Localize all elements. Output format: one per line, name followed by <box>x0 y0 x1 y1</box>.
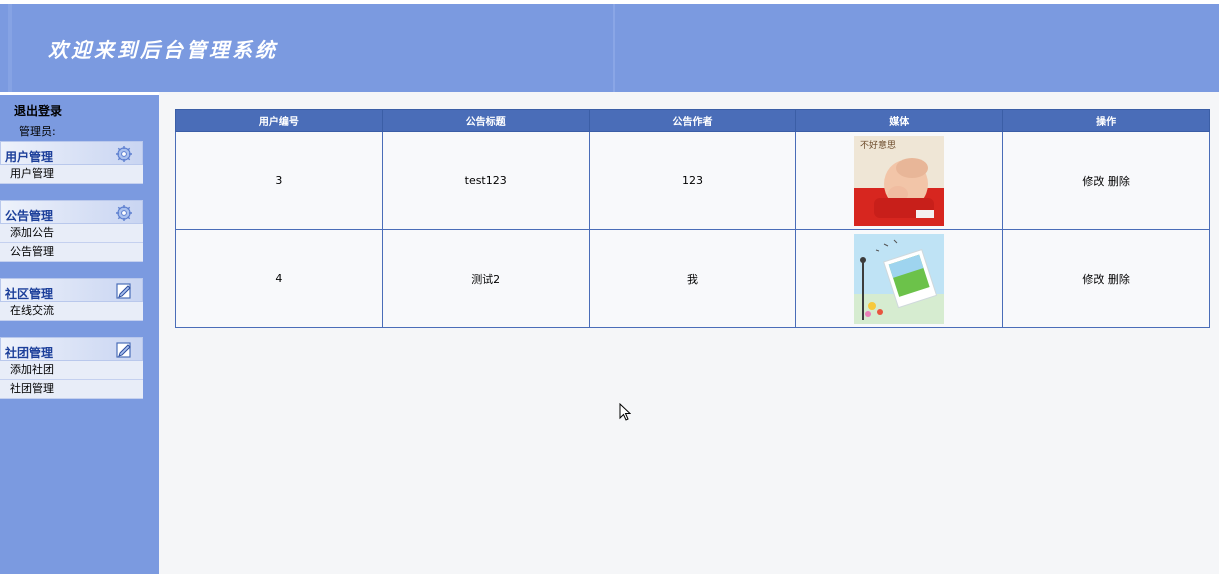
menu-group-header[interactable]: 社区管理 <box>0 278 143 302</box>
cell-actions: 修改 删除 <box>1002 131 1210 230</box>
main-content: 用户编号 公告标题 公告作者 媒体 操作 3 test123 123 不好意思 … <box>175 109 1210 328</box>
gear-icon <box>116 146 132 162</box>
cell-actions: 修改 删除 <box>1002 229 1210 328</box>
menu-group-header[interactable]: 社团管理 <box>0 337 143 361</box>
cell-id: 3 <box>175 131 383 230</box>
cell-media <box>795 229 1004 328</box>
sidebar: 退出登录 管理员: 用户管理 用户管理 公告管理 添加公告 公告管理 社区管理 … <box>0 92 159 574</box>
sidebar-item-online-chat[interactable]: 在线交流 <box>0 302 143 321</box>
cell-author: 123 <box>588 131 797 230</box>
edit-icon <box>116 342 131 358</box>
header-divider <box>8 4 12 92</box>
menu-group-header[interactable]: 用户管理 <box>0 141 143 165</box>
menu-group-header[interactable]: 公告管理 <box>0 200 143 224</box>
table-row: 4 测试2 我 修改 删除 <box>175 229 1210 328</box>
table-header-row: 用户编号 公告标题 公告作者 媒体 操作 <box>175 109 1210 132</box>
menu-group-title: 用户管理 <box>5 150 54 164</box>
column-header: 公告作者 <box>588 109 797 132</box>
cell-media: 不好意思 <box>795 131 1004 230</box>
media-caption: 不好意思 <box>860 139 896 151</box>
column-header: 用户编号 <box>175 109 383 132</box>
admin-label: 管理员: <box>19 125 56 138</box>
delete-link[interactable]: 删除 <box>1108 273 1130 286</box>
edit-link[interactable]: 修改 <box>1082 175 1104 188</box>
menu-group-community: 社区管理 在线交流 <box>0 278 143 321</box>
menu-group-title: 社区管理 <box>5 287 54 301</box>
delete-link[interactable]: 删除 <box>1108 175 1130 188</box>
cell-author: 我 <box>588 229 797 328</box>
header-divider <box>613 4 615 92</box>
cell-id: 4 <box>175 229 383 328</box>
column-header: 操作 <box>1002 109 1210 132</box>
sidebar-item-user-manage[interactable]: 用户管理 <box>0 165 143 184</box>
menu-group-title: 社团管理 <box>5 346 54 360</box>
menu-group-title: 公告管理 <box>5 209 54 223</box>
sidebar-item-add-notice[interactable]: 添加公告 <box>0 224 143 243</box>
baby-photo: 不好意思 <box>854 135 945 226</box>
notice-table: 用户编号 公告标题 公告作者 媒体 操作 3 test123 123 不好意思 … <box>175 109 1210 328</box>
page-header: 欢迎来到后台管理系统 <box>0 4 1219 92</box>
menu-group-user: 用户管理 用户管理 <box>0 141 143 184</box>
logout-link[interactable]: 退出登录 <box>14 102 62 119</box>
sidebar-item-notice-manage[interactable]: 公告管理 <box>0 243 143 262</box>
gear-icon <box>116 205 132 221</box>
menu-group-notice: 公告管理 添加公告 公告管理 <box>0 200 143 262</box>
table-row: 3 test123 123 不好意思 修改 删除 <box>175 131 1210 230</box>
page-title: 欢迎来到后台管理系统 <box>48 38 278 62</box>
edit-link[interactable]: 修改 <box>1082 273 1104 286</box>
cell-title: test123 <box>381 131 590 230</box>
menu-group-club: 社团管理 添加社团 社团管理 <box>0 337 143 399</box>
column-header: 公告标题 <box>381 109 590 132</box>
sidebar-item-add-club[interactable]: 添加社团 <box>0 361 143 380</box>
cell-title: 测试2 <box>381 229 590 328</box>
landscape-photo <box>854 233 945 324</box>
edit-icon <box>116 283 131 299</box>
sidebar-item-club-manage[interactable]: 社团管理 <box>0 380 143 399</box>
mouse-cursor-icon <box>619 403 631 421</box>
column-header: 媒体 <box>795 109 1004 132</box>
